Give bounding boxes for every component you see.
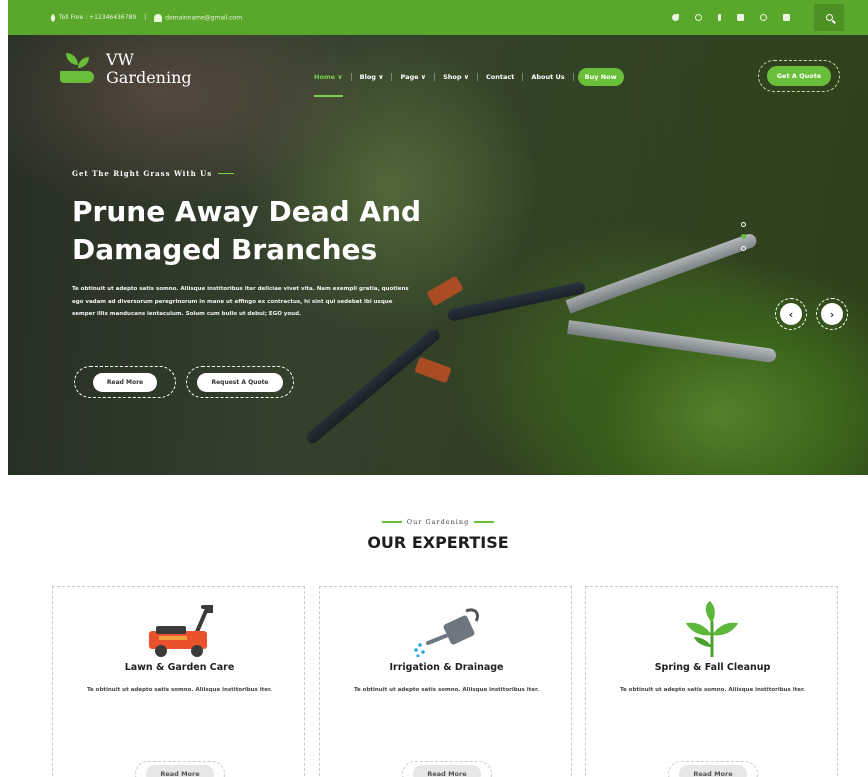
section-title: OUR EXPERTISE <box>367 533 509 552</box>
service-card-title: Spring & Fall Cleanup <box>654 662 771 673</box>
plant-sprout-icon <box>686 601 738 657</box>
search-button[interactable] <box>814 4 844 31</box>
eyebrow-line <box>381 521 402 523</box>
instagram-icon[interactable] <box>695 14 702 21</box>
service-card: Spring & Fall Cleanup Te obtinuit ut ade… <box>585 586 838 777</box>
social-links <box>672 0 790 35</box>
nav-item-about-us[interactable]: About Us <box>523 73 574 81</box>
service-card-text: Te obtinuit ut adepto satis somno. Aliis… <box>620 687 806 693</box>
slider-dot-active[interactable] <box>741 234 746 239</box>
facebook-icon[interactable] <box>718 14 721 21</box>
nav-item-shop[interactable]: Shop ∨ <box>435 73 479 81</box>
top-bar: Toll Free : +12346436789 | domainname@gm… <box>8 0 868 35</box>
service-read-more-button[interactable]: Read More <box>135 761 225 777</box>
service-read-more-label: Read More <box>679 765 747 777</box>
section-eyebrow: Our Gardening <box>8 518 868 526</box>
service-card: Irrigation & Drainage Te obtinuit ut ade… <box>319 586 572 777</box>
brand-line-2: Gardening <box>106 68 192 87</box>
twitter-icon[interactable] <box>672 14 679 21</box>
service-card-text: Te obtinuit ut adepto satis somno. Aliis… <box>87 687 273 693</box>
nav-item-home[interactable]: Home ∨ <box>306 73 352 97</box>
lawn-mower-icon <box>149 605 213 657</box>
brand-name: VW Gardening <box>106 51 192 87</box>
separator: | <box>144 14 147 21</box>
prev-slide-button[interactable]: ‹ <box>775 298 807 330</box>
request-quote-label: Request A Quote <box>197 372 283 392</box>
chevron-right-icon: › <box>821 303 843 325</box>
brand-logo[interactable]: VW Gardening <box>58 51 192 87</box>
nav-item-contact[interactable]: Contact <box>478 73 524 81</box>
phone-icon <box>48 13 58 22</box>
pinterest-icon[interactable] <box>760 14 767 21</box>
get-a-quote-button[interactable]: Get A Quote <box>758 60 840 92</box>
nav-item-page[interactable]: Page ∨ <box>392 73 436 81</box>
eyebrow-line <box>474 521 495 523</box>
hero-eyebrow: Get The Right Grass With Us <box>72 169 235 178</box>
contact-info: Toll Free : +12346436789 | domainname@gm… <box>48 0 242 35</box>
slider-dots <box>741 222 746 251</box>
toll-free[interactable]: Toll Free : +12346436789 <box>48 13 136 22</box>
get-a-quote-label: Get A Quote <box>766 66 832 86</box>
linkedin-icon[interactable] <box>783 14 790 21</box>
eyebrow-underline <box>218 172 235 175</box>
service-read-more-label: Read More <box>146 765 214 777</box>
service-read-more-button[interactable]: Read More <box>402 761 492 777</box>
page: Toll Free : +12346436789 | domainname@gm… <box>8 0 868 777</box>
slider-dot[interactable] <box>741 222 746 227</box>
main-nav: Home ∨ Blog ∨ Page ∨ Shop ∨ Contact Abou… <box>306 68 624 97</box>
service-card: Lawn & Garden Care Te obtinuit ut adepto… <box>52 586 305 777</box>
watering-can-icon <box>414 608 480 657</box>
buy-now-button[interactable]: Buy Now <box>577 68 624 86</box>
youtube-icon[interactable] <box>737 14 744 21</box>
section-eyebrow-text: Our Gardening <box>406 518 470 526</box>
hand-plant-logo-icon <box>58 51 98 87</box>
brand-line-1: VW <box>106 50 134 69</box>
hero-description: Te obtinuit ut adepto satis somno. Aliis… <box>72 286 409 317</box>
service-card-title: Lawn & Garden Care <box>124 662 235 673</box>
search-icon <box>825 14 833 21</box>
chevron-left-icon: ‹ <box>780 303 802 325</box>
read-more-label: Read More <box>92 372 158 392</box>
hero-eyebrow-text: Get The Right Grass With Us <box>72 169 213 178</box>
email-link[interactable]: domainname@gmail.com <box>154 13 242 22</box>
service-card-title: Irrigation & Drainage <box>389 662 504 673</box>
request-quote-button[interactable]: Request A Quote <box>186 366 294 398</box>
hero-title: Prune Away Dead And Damaged Branches <box>72 195 422 266</box>
service-read-more-label: Read More <box>413 765 481 777</box>
nav-item-blog[interactable]: Blog ∨ <box>352 73 393 81</box>
service-read-more-button[interactable]: Read More <box>668 761 758 777</box>
slider-dot[interactable] <box>741 246 746 251</box>
email-icon <box>154 13 163 22</box>
read-more-button[interactable]: Read More <box>74 366 176 398</box>
next-slide-button[interactable]: › <box>816 298 848 330</box>
service-card-text: Te obtinuit ut adepto satis somno. Aliis… <box>354 687 540 693</box>
